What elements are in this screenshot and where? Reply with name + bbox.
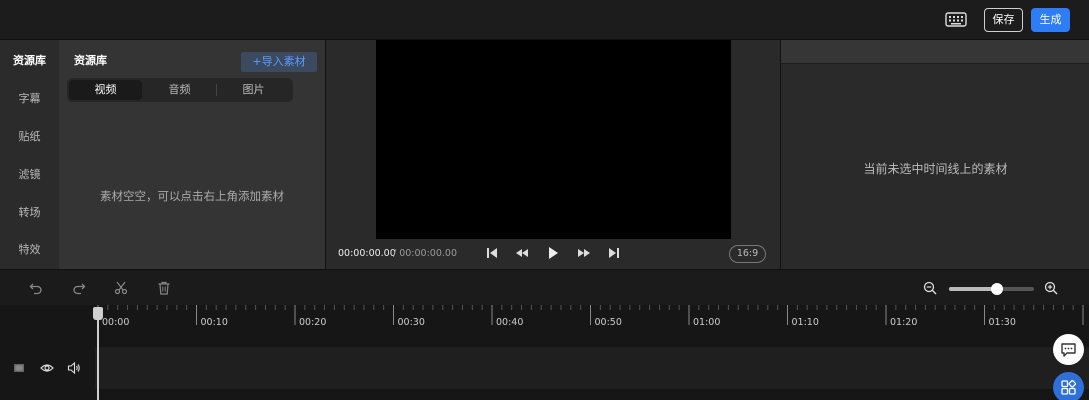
library-empty-hint: 素材空空，可以点击右上角添加素材 [100,189,284,203]
ruler-tick-label: 01:10 [791,317,819,328]
ruler-tick-label: 00:00 [102,317,130,328]
zoom-slider[interactable] [949,283,1034,295]
properties-panel: 当前未选中时间线上的素材 [780,40,1089,269]
tab-video[interactable]: 视频 [69,80,142,100]
nav-item-filters[interactable]: 滤镜 [0,166,59,182]
tab-audio[interactable]: 音频 [143,80,216,100]
video-track[interactable] [95,347,1089,389]
left-nav: 资源库 字幕 贴纸 滤镜 转场 特效 [0,40,59,269]
properties-empty-hint: 当前未选中时间线上的素材 [863,162,1008,176]
ruler-tick-label: 00:30 [397,317,425,328]
current-time: 00:00:00.00 [338,248,396,259]
play-icon[interactable] [546,246,560,260]
timeline-tracks [0,347,1089,400]
zoom-slider-fill [949,287,997,291]
rewind-icon[interactable] [515,246,529,260]
playhead[interactable] [97,312,99,400]
ruler-tick-label: 01:20 [890,317,918,328]
zoom-slider-handle[interactable] [991,283,1003,295]
skip-end-icon[interactable] [607,246,621,260]
ruler-tick-label: 00:20 [299,317,327,328]
library-panel: 资源库 +导入素材 视频 音频 图片 素材空空，可以点击右上角添加素材 [59,40,325,269]
ruler-tick-label: 00:10 [200,317,228,328]
skip-start-icon[interactable] [485,246,499,260]
top-bar: 保存 生成 [0,0,1089,40]
nav-item-effects[interactable]: 特效 [0,241,59,257]
preview-panel: 00:00:00.00 / 00:00:00.00 16:9 [325,40,780,269]
timeline-toolbar [0,269,1089,305]
import-media-button[interactable]: +导入素材 [241,52,317,72]
fast-forward-icon[interactable] [577,246,591,260]
playhead-handle[interactable] [93,307,103,320]
aspect-ratio-button[interactable]: 16:9 [729,245,766,263]
chat-icon [1061,343,1076,357]
redo-icon[interactable] [72,281,86,295]
video-canvas[interactable] [376,40,731,239]
ruler-tick-label: 00:50 [594,317,622,328]
cut-icon[interactable] [114,281,128,295]
apps-icon [1061,380,1077,395]
library-title: 资源库 [74,54,107,67]
ruler-tick-label: 01:30 [988,317,1016,328]
save-button[interactable]: 保存 [984,8,1023,32]
tab-images[interactable]: 图片 [217,80,290,100]
eye-icon[interactable] [40,361,54,375]
nav-item-library[interactable]: 资源库 [0,52,59,68]
nav-item-stickers[interactable]: 贴纸 [0,128,59,144]
generate-button[interactable]: 生成 [1031,8,1070,32]
zoom-in-icon[interactable] [1044,281,1058,295]
nav-item-transitions[interactable]: 转场 [0,204,59,220]
chat-button[interactable] [1053,334,1084,365]
ruler-tick-label: 01:00 [693,317,721,328]
volume-icon[interactable] [67,361,81,375]
ruler-ticks [97,305,1084,325]
ruler-tick-label: 00:40 [496,317,524,328]
apps-button[interactable] [1053,372,1084,400]
zoom-out-icon[interactable] [923,281,937,295]
timeline-ruler[interactable]: 00:00 00:10 00:20 00:30 00:40 00:50 01:00 01:10… [0,305,1089,347]
keyboard-icon[interactable] [945,12,967,27]
nav-item-subtitles[interactable]: 字幕 [0,90,59,106]
properties-header [781,40,1089,64]
media-tabs: 视频 音频 图片 [67,78,293,102]
undo-icon[interactable] [29,281,43,295]
delete-icon[interactable] [157,281,171,295]
track-thumb-icon [14,364,24,372]
total-time: / 00:00:00.00 [393,248,457,259]
